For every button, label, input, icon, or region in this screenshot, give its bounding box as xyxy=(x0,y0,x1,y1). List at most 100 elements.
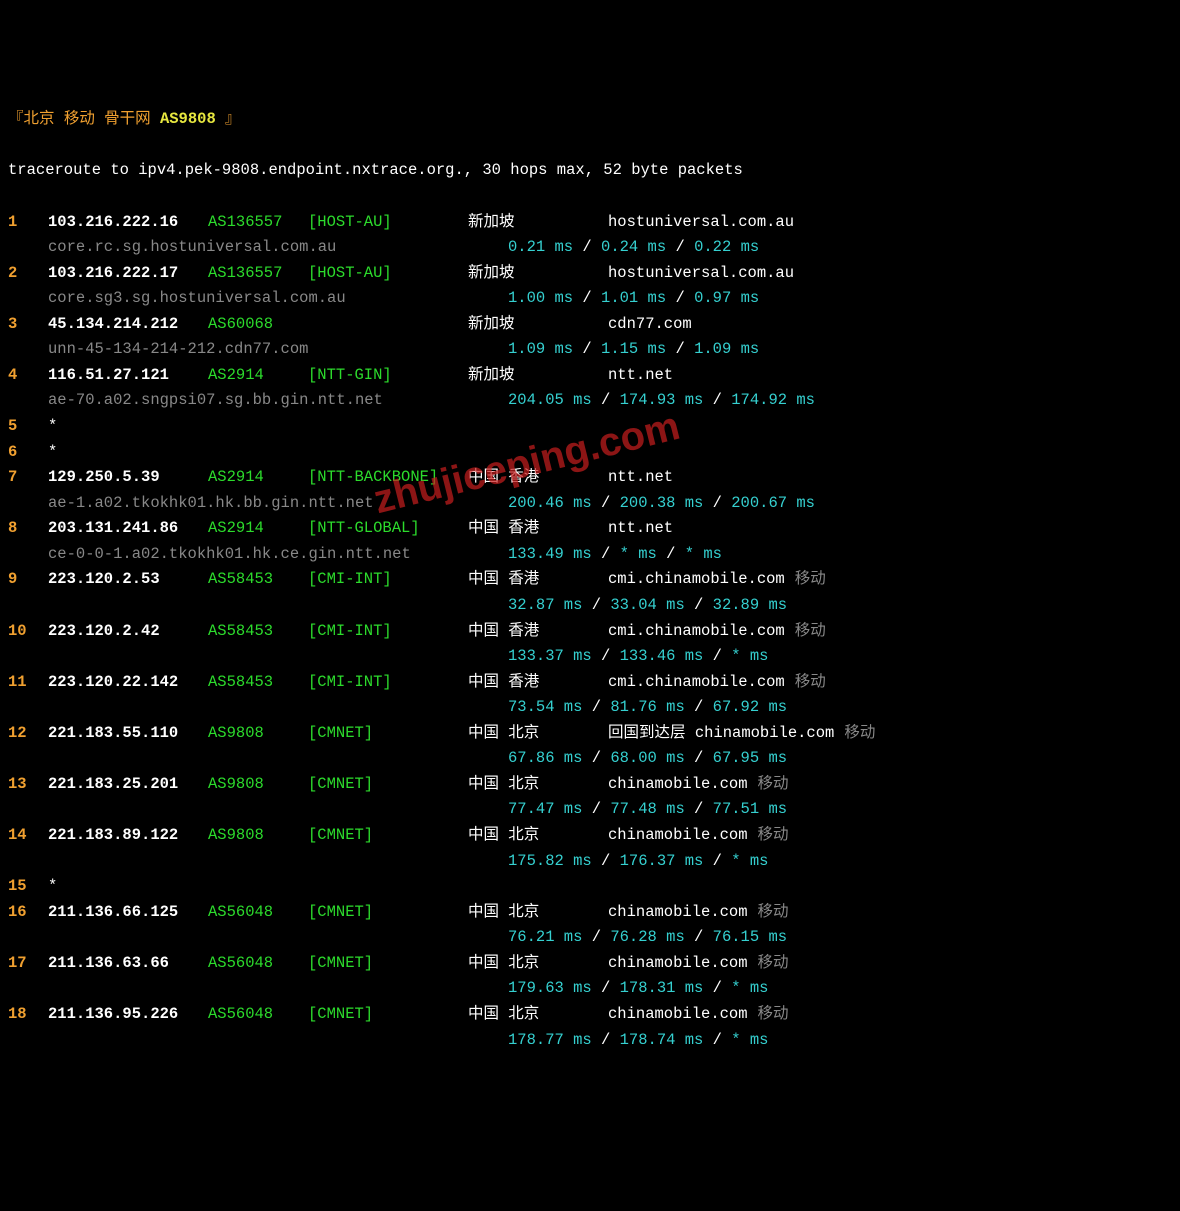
hop-latency: * ms xyxy=(685,545,722,563)
hop-location: 中国 香港 xyxy=(468,516,608,542)
hop-ip: 129.250.5.39 xyxy=(48,465,208,491)
hop-latency: 0.22 ms xyxy=(694,238,759,256)
hop-latency: 176.37 ms xyxy=(620,852,704,870)
hop-latency: 133.37 ms xyxy=(508,647,592,665)
trace-command: traceroute to ipv4.pek-9808.endpoint.nxt… xyxy=(8,158,1172,184)
hop-row: 16211.136.66.125AS56048[CMNET]中国 北京china… xyxy=(8,900,1172,926)
hop-detail-row: 32.87 ms / 33.04 ms / 32.89 ms xyxy=(8,593,1172,619)
hop-row: 17211.136.63.66AS56048[CMNET]中国 北京chinam… xyxy=(8,951,1172,977)
hop-detail-row: 73.54 ms / 81.76 ms / 67.92 ms xyxy=(8,695,1172,721)
hop-host: chinamobile.com xyxy=(695,724,835,742)
hop-row: 7129.250.5.39AS2914[NTT-BACKBONE]中国 香港nt… xyxy=(8,465,1172,491)
header-prefix: 『 xyxy=(8,110,24,128)
hop-tag: [CMNET] xyxy=(308,721,468,747)
hop-latency: 76.28 ms xyxy=(610,928,684,946)
hop-host: cmi.chinamobile.com xyxy=(608,570,785,588)
hop-detail-row: 178.77 ms / 178.74 ms / * ms xyxy=(8,1028,1172,1054)
hop-asn: AS2914 xyxy=(208,465,308,491)
hop-latency: 76.15 ms xyxy=(713,928,787,946)
hop-latency: 174.93 ms xyxy=(620,391,704,409)
hop-extra: 移动 xyxy=(795,570,826,588)
hop-latencies: 204.05 ms / 174.93 ms / 174.92 ms xyxy=(508,388,815,414)
hop-detail-row: unn-45-134-214-212.cdn77.com1.09 ms / 1.… xyxy=(8,337,1172,363)
hop-row: 1103.216.222.16AS136557[HOST-AU]新加坡hostu… xyxy=(8,210,1172,236)
hop-extra: 移动 xyxy=(758,903,789,921)
hop-location: 中国 香港 xyxy=(468,567,608,593)
hop-latency: 1.09 ms xyxy=(694,340,759,358)
hop-tag: [CMNET] xyxy=(308,823,468,849)
hop-latencies: 175.82 ms / 176.37 ms / * ms xyxy=(508,849,768,875)
hop-ip: 223.120.22.142 xyxy=(48,670,208,696)
hop-number: 13 xyxy=(8,772,48,798)
hop-asn: AS56048 xyxy=(208,900,308,926)
hop-row: 9223.120.2.53AS58453[CMI-INT]中国 香港cmi.ch… xyxy=(8,567,1172,593)
hop-ip: 223.120.2.42 xyxy=(48,619,208,645)
hop-extra: 移动 xyxy=(758,1005,789,1023)
hop-row: 14221.183.89.122AS9808[CMNET]中国 北京chinam… xyxy=(8,823,1172,849)
hop-tag: [NTT-BACKBONE] xyxy=(308,465,468,491)
hop-row: 18211.136.95.226AS56048[CMNET]中国 北京china… xyxy=(8,1002,1172,1028)
hop-host: ntt.net xyxy=(608,519,673,537)
hop-number: 8 xyxy=(8,516,48,542)
hop-latency: * ms xyxy=(620,545,657,563)
hop-detail-row: 179.63 ms / 178.31 ms / * ms xyxy=(8,976,1172,1002)
hop-latency: 174.92 ms xyxy=(731,391,815,409)
hop-latency: 179.63 ms xyxy=(508,979,592,997)
hop-latencies: 133.49 ms / * ms / * ms xyxy=(508,542,722,568)
hop-ip: 221.183.89.122 xyxy=(48,823,208,849)
hop-rdns: core.sg3.sg.hostuniversal.com.au xyxy=(48,286,508,312)
hop-ip: 223.120.2.53 xyxy=(48,567,208,593)
hop-latency: 1.15 ms xyxy=(601,340,666,358)
hop-latency: 1.00 ms xyxy=(508,289,573,307)
hop-rdns: core.rc.sg.hostuniversal.com.au xyxy=(48,235,508,261)
hop-host: ntt.net xyxy=(608,366,673,384)
hop-location: 新加坡 xyxy=(468,363,608,389)
hop-location: 中国 北京 xyxy=(468,1002,608,1028)
hop-number: 11 xyxy=(8,670,48,696)
hop-ip: * xyxy=(48,877,57,895)
hop-latencies: 73.54 ms / 81.76 ms / 67.92 ms xyxy=(508,695,787,721)
hop-row: 4116.51.27.121AS2914[NTT-GIN]新加坡ntt.net xyxy=(8,363,1172,389)
hop-location: 中国 香港 xyxy=(468,465,608,491)
hop-latencies: 179.63 ms / 178.31 ms / * ms xyxy=(508,976,768,1002)
hop-location: 中国 北京 xyxy=(468,772,608,798)
hop-latency: 178.74 ms xyxy=(620,1031,704,1049)
hop-detail-row: 133.37 ms / 133.46 ms / * ms xyxy=(8,644,1172,670)
hop-latency: 133.46 ms xyxy=(620,647,704,665)
hop-tag: [CMNET] xyxy=(308,772,468,798)
hop-row: 2103.216.222.17AS136557[HOST-AU]新加坡hostu… xyxy=(8,261,1172,287)
hop-row-timeout: 15* xyxy=(8,874,1172,900)
hop-latency: 73.54 ms xyxy=(508,698,582,716)
hop-tag: [CMNET] xyxy=(308,951,468,977)
traceroute-header: 『北京 移动 骨干网 AS9808 』 xyxy=(8,107,1172,133)
hop-latency: 77.47 ms xyxy=(508,800,582,818)
hop-latencies: 67.86 ms / 68.00 ms / 67.95 ms xyxy=(508,746,787,772)
hop-latency: 77.51 ms xyxy=(713,800,787,818)
hop-latency: 200.46 ms xyxy=(508,494,592,512)
hop-detail-row: 77.47 ms / 77.48 ms / 77.51 ms xyxy=(8,797,1172,823)
hop-detail-row: 175.82 ms / 176.37 ms / * ms xyxy=(8,849,1172,875)
hop-latency: 81.76 ms xyxy=(610,698,684,716)
hop-host: chinamobile.com xyxy=(608,775,748,793)
hop-latencies: 200.46 ms / 200.38 ms / 200.67 ms xyxy=(508,491,815,517)
hop-location: 中国 北京 xyxy=(468,823,608,849)
hop-latency: 0.21 ms xyxy=(508,238,573,256)
hop-latency: 33.04 ms xyxy=(610,596,684,614)
hop-latency: 178.77 ms xyxy=(508,1031,592,1049)
hop-latencies: 76.21 ms / 76.28 ms / 76.15 ms xyxy=(508,925,787,951)
hop-extra: 移动 xyxy=(795,673,826,691)
hop-extra: 移动 xyxy=(844,724,875,742)
hop-asn: AS58453 xyxy=(208,567,308,593)
hop-host: cmi.chinamobile.com xyxy=(608,673,785,691)
hop-extra: 移动 xyxy=(758,775,789,793)
hop-tag: [CMI-INT] xyxy=(308,619,468,645)
hop-host: chinamobile.com xyxy=(608,1005,748,1023)
hop-location: 新加坡 xyxy=(468,210,608,236)
hop-number: 5 xyxy=(8,414,48,440)
hop-latency: 0.24 ms xyxy=(601,238,666,256)
header-suffix: 』 xyxy=(216,110,241,128)
hop-asn: AS60068 xyxy=(208,312,308,338)
hop-latency: 178.31 ms xyxy=(620,979,704,997)
hop-host: chinamobile.com xyxy=(608,954,748,972)
hop-number: 1 xyxy=(8,210,48,236)
